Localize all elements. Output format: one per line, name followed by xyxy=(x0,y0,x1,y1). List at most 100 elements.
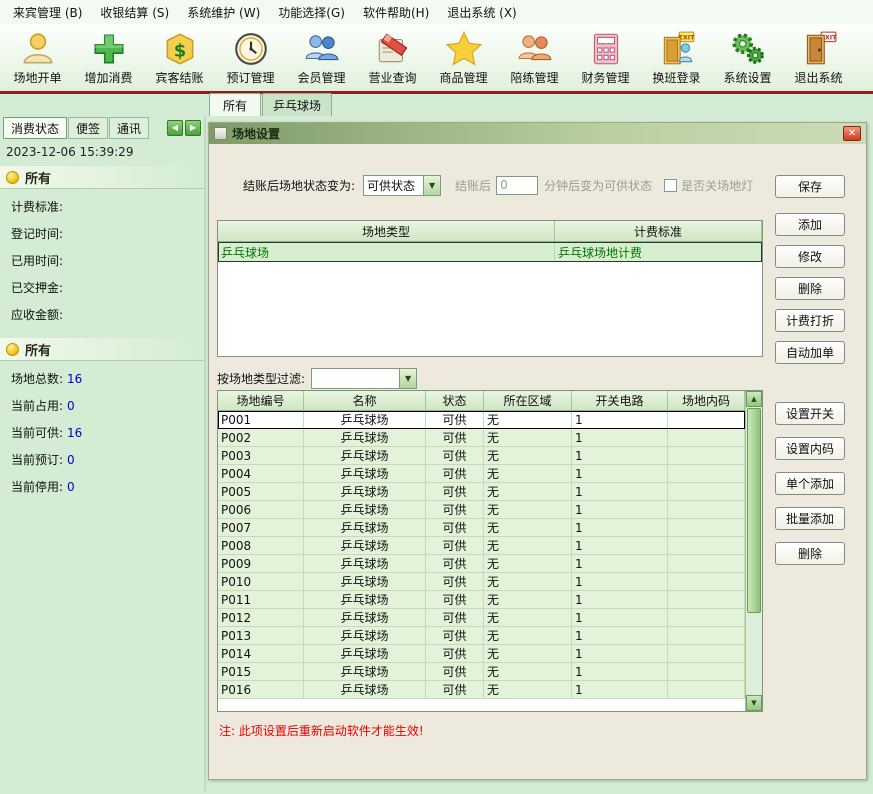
filter-select[interactable]: ▼ xyxy=(311,368,417,389)
status-select[interactable]: 可供状态 ▼ xyxy=(363,175,441,196)
table-row[interactable]: P009乒乓球场可供无1 xyxy=(218,555,745,573)
table-cell: P015 xyxy=(218,663,304,680)
scrollbar[interactable]: ▲ ▼ xyxy=(745,391,762,711)
menu-item[interactable]: 功能选择(G) xyxy=(269,1,354,24)
table-cell: 1 xyxy=(572,537,668,554)
chevron-down-icon: ▼ xyxy=(423,176,440,195)
table-row[interactable]: P011乒乓球场可供无1 xyxy=(218,591,745,609)
dialog-button[interactable]: 单个添加 xyxy=(775,472,845,495)
table-row[interactable]: P007乒乓球场可供无1 xyxy=(218,519,745,537)
toolbar-button-settings-gear[interactable]: 系统设置 xyxy=(712,25,783,91)
restart-note: 注: 此项设置后重新启动软件才能生效! xyxy=(219,722,424,739)
dialog-button[interactable]: 删除 xyxy=(775,277,845,300)
table-cell: P005 xyxy=(218,483,304,500)
toolbar-button-booking[interactable]: 预订管理 xyxy=(215,25,286,91)
toolbar-button-members[interactable]: 会员管理 xyxy=(286,25,357,91)
table-cell: 乒乓球场 xyxy=(304,609,426,626)
table-cell: 1 xyxy=(572,429,668,446)
tab-scroll-left-icon[interactable]: ◀ xyxy=(167,120,183,136)
table-row[interactable]: P012乒乓球场可供无1 xyxy=(218,609,745,627)
menu-item[interactable]: 来宾管理 (B) xyxy=(4,1,91,24)
table-row[interactable]: P006乒乓球场可供无1 xyxy=(218,501,745,519)
table-cell: 无 xyxy=(484,663,572,680)
dialog-button[interactable]: 计费打折 xyxy=(775,309,845,332)
coach-icon xyxy=(516,30,554,68)
sidebar-tab[interactable]: 消费状态 xyxy=(3,117,67,139)
table-cell: P003 xyxy=(218,447,304,464)
query-icon xyxy=(374,30,412,68)
menu-item[interactable]: 退出系统 (X) xyxy=(438,1,525,24)
section-title: 所有 xyxy=(25,340,51,359)
toolbar-button-open-order[interactable]: 场地开单 xyxy=(2,25,73,91)
menu-item[interactable]: 系统维护 (W) xyxy=(178,1,269,24)
timestamp: 2023-12-06 15:39:29 xyxy=(0,137,204,164)
toolbar-button-exit[interactable]: EXIT退出系统 xyxy=(783,25,854,91)
menu-item[interactable]: 软件帮助(H) xyxy=(354,1,438,24)
table-cell: 可供 xyxy=(426,555,484,572)
toolbar-button-goods[interactable]: 商品管理 xyxy=(428,25,499,91)
table-cell: 可供 xyxy=(426,645,484,662)
light-off-checkbox[interactable] xyxy=(664,179,677,192)
dialog-button[interactable]: 修改 xyxy=(775,245,845,268)
toolbar-button-checkout[interactable]: $宾客结账 xyxy=(144,25,215,91)
svg-text:$: $ xyxy=(173,40,185,61)
scrollbar-thumb[interactable] xyxy=(747,408,761,613)
table-cell: 1 xyxy=(572,483,668,500)
dialog-button[interactable]: 添加 xyxy=(775,213,845,236)
status-select-value: 可供状态 xyxy=(364,177,423,194)
field-row: 当前停用:0 xyxy=(0,473,204,500)
shift-icon: EXIT xyxy=(658,30,696,68)
column-header: 场地编号 xyxy=(218,391,304,410)
open-order-icon xyxy=(19,30,57,68)
column-header: 状态 xyxy=(426,391,484,410)
menu-item[interactable]: 收银结算 (S) xyxy=(91,1,178,24)
save-button[interactable]: 保存 xyxy=(775,175,845,198)
sidebar-tab[interactable]: 通讯 xyxy=(109,117,149,139)
toolbar-button-shift[interactable]: EXIT换班登录 xyxy=(641,25,712,91)
table-cell: 无 xyxy=(484,483,572,500)
table-row[interactable]: P004乒乓球场可供无1 xyxy=(218,465,745,483)
view-tab[interactable]: 乒乓球场 xyxy=(262,93,332,116)
table-cell: 乒乓球场 xyxy=(304,645,426,662)
table-row[interactable]: P010乒乓球场可供无1 xyxy=(218,573,745,591)
minutes-input[interactable] xyxy=(496,176,538,195)
toolbar-button-label: 商品管理 xyxy=(439,69,487,86)
table-row[interactable]: P002乒乓球场可供无1 xyxy=(218,429,745,447)
table-row[interactable]: P013乒乓球场可供无1 xyxy=(218,627,745,645)
field-row: 当前占用:0 xyxy=(0,392,204,419)
tab-scroll-right-icon[interactable]: ▶ xyxy=(185,120,201,136)
table-cell: 1 xyxy=(572,663,668,680)
toolbar-button-label: 场地开单 xyxy=(13,69,61,86)
dialog-button[interactable]: 删除 xyxy=(775,542,845,565)
toolbar-button-finance[interactable]: 财务管理 xyxy=(570,25,641,91)
dialog-button[interactable]: 设置内码 xyxy=(775,437,845,460)
table-cell: P006 xyxy=(218,501,304,518)
table-row[interactable]: P016乒乓球场可供无1 xyxy=(218,681,745,699)
table-row[interactable]: P001乒乓球场可供无1 xyxy=(218,411,745,429)
scroll-up-icon[interactable]: ▲ xyxy=(746,391,762,407)
table-cell xyxy=(668,501,745,518)
view-tab[interactable]: 所有 xyxy=(209,93,261,116)
sidebar-tab[interactable]: 便签 xyxy=(68,117,108,139)
field-row: 登记时间: xyxy=(0,220,204,247)
table-row[interactable]: P005乒乓球场可供无1 xyxy=(218,483,745,501)
table-cell: 可供 xyxy=(426,681,484,698)
table-cell: 无 xyxy=(484,645,572,662)
toolbar-button-coach[interactable]: 陪练管理 xyxy=(499,25,570,91)
venue-table: 场地编号名称状态所在区域开关电路场地内码 P001乒乓球场可供无1P002乒乓球… xyxy=(217,390,763,712)
dialog-button[interactable]: 批量添加 xyxy=(775,507,845,530)
toolbar-button-query[interactable]: 营业查询 xyxy=(357,25,428,91)
table-row[interactable]: P014乒乓球场可供无1 xyxy=(218,645,745,663)
toolbar-button-add-expense[interactable]: 增加消费 xyxy=(73,25,144,91)
menubar: 来宾管理 (B)收银结算 (S)系统维护 (W)功能选择(G)软件帮助(H)退出… xyxy=(0,0,873,24)
dialog-button[interactable]: 自动加单 xyxy=(775,341,845,364)
table-cell: 乒乓球场 xyxy=(304,483,426,500)
close-icon[interactable]: ✕ xyxy=(843,126,861,141)
dialog-button[interactable]: 设置开关 xyxy=(775,402,845,425)
type-row[interactable]: 乒乓球场乒乓球场地计费 xyxy=(218,242,762,262)
scroll-down-icon[interactable]: ▼ xyxy=(746,695,762,711)
table-row[interactable]: P008乒乓球场可供无1 xyxy=(218,537,745,555)
table-row[interactable]: P003乒乓球场可供无1 xyxy=(218,447,745,465)
table-row[interactable]: P015乒乓球场可供无1 xyxy=(218,663,745,681)
table-cell: 1 xyxy=(572,591,668,608)
